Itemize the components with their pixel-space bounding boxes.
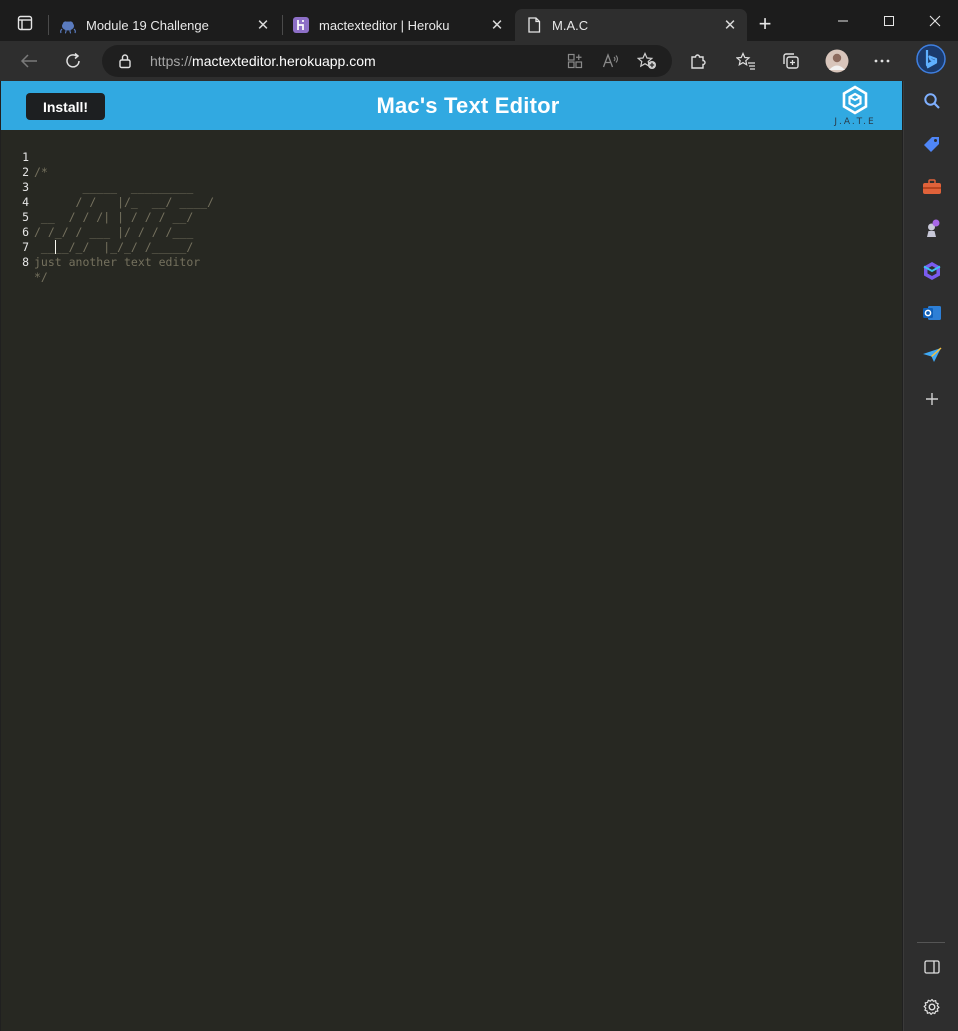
github-octocat-icon bbox=[59, 16, 77, 34]
minimize-button[interactable] bbox=[820, 0, 866, 41]
sidebar-outlook-button[interactable] bbox=[920, 301, 944, 325]
heroku-icon bbox=[292, 16, 310, 34]
more-horizontal-icon bbox=[874, 59, 890, 63]
settings-and-more-button[interactable] bbox=[866, 45, 898, 77]
browser-toolbar: https://mactexteditor.herokuapp.com bbox=[0, 41, 958, 81]
paper-plane-icon bbox=[923, 347, 942, 362]
collections-icon bbox=[783, 53, 799, 69]
editor-line: 2 _____ _________ bbox=[1, 150, 193, 194]
editor-line: 1 /* bbox=[1, 135, 48, 179]
editor-line: 3 / / |/_ __/ ____/ bbox=[1, 165, 214, 209]
sidebar-settings-button[interactable] bbox=[920, 995, 944, 1019]
read-aloud-icon[interactable] bbox=[600, 50, 622, 72]
favorites-button[interactable] bbox=[730, 45, 762, 77]
refresh-icon bbox=[66, 52, 80, 68]
document-icon bbox=[525, 16, 543, 34]
editor-line: 4 __ / / /| | / / / __/ bbox=[1, 180, 193, 224]
close-tab-icon[interactable]: ✕ bbox=[719, 14, 741, 36]
editor-line: 8 */ bbox=[1, 240, 48, 284]
close-window-button[interactable] bbox=[912, 0, 958, 41]
line-text: __ / / /| | / / / __/ bbox=[34, 210, 194, 224]
add-favorite-icon[interactable] bbox=[636, 50, 658, 72]
hide-sidebar-button[interactable] bbox=[920, 955, 944, 979]
search-icon bbox=[924, 93, 940, 109]
line-text: / /_/ / ___ |/ / / /___ bbox=[34, 225, 194, 239]
avatar bbox=[825, 49, 849, 73]
lock-icon[interactable] bbox=[118, 53, 132, 74]
sidebar-shopping-button[interactable] bbox=[920, 133, 944, 157]
favorites-star-list-icon bbox=[736, 52, 755, 70]
jate-logo-icon bbox=[842, 85, 868, 115]
text-cursor bbox=[55, 240, 56, 254]
extensions-button[interactable] bbox=[682, 45, 714, 77]
close-icon bbox=[929, 15, 941, 26]
line-text: just another text editor bbox=[34, 255, 201, 269]
app-header: Install! Mac's Text Editor J.A.T.E bbox=[1, 81, 902, 130]
close-tab-icon[interactable]: ✕ bbox=[252, 14, 274, 36]
url-scheme: https:// bbox=[150, 53, 193, 69]
bing-copilot-button[interactable] bbox=[916, 44, 946, 74]
tab-mac[interactable]: M.A.C ✕ bbox=[515, 9, 747, 41]
editor-line: 6 ____/_/ |_/_/ /_____/ bbox=[1, 210, 193, 254]
url-text[interactable]: https://mactexteditor.herokuapp.com bbox=[150, 53, 376, 69]
tab-strip: Module 19 Challenge ✕ mactexteditor | He… bbox=[0, 0, 958, 41]
puzzle-piece-icon bbox=[691, 54, 706, 69]
plus-icon bbox=[926, 393, 938, 405]
page-title: Mac's Text Editor bbox=[376, 93, 560, 118]
jate-logo: J.A.T.E bbox=[834, 85, 876, 127]
maximize-icon bbox=[884, 15, 894, 26]
tab-module-19-challenge[interactable]: Module 19 Challenge ✕ bbox=[49, 9, 280, 41]
new-tab-button[interactable]: + bbox=[752, 12, 778, 38]
plus-icon: + bbox=[758, 11, 772, 36]
sidebar-office-button[interactable] bbox=[920, 259, 944, 283]
close-tab-icon[interactable]: ✕ bbox=[486, 14, 508, 36]
chess-piece-icon bbox=[927, 219, 940, 237]
tab-title: mactexteditor | Heroku bbox=[319, 17, 450, 33]
sidebar-drop-button[interactable] bbox=[920, 343, 944, 367]
tab-mactexteditor-heroku[interactable]: mactexteditor | Heroku ✕ bbox=[282, 9, 514, 41]
tab-title: Module 19 Challenge bbox=[86, 17, 209, 33]
sidebar-games-button[interactable] bbox=[920, 217, 944, 241]
app-available-icon[interactable] bbox=[564, 50, 586, 72]
code-editor[interactable]: 1 /* 2 _____ _________ 3 / / |/_ __/ ___… bbox=[1, 130, 902, 1031]
sidebar-divider bbox=[917, 942, 945, 943]
refresh-button[interactable] bbox=[57, 45, 89, 77]
line-text: */ bbox=[34, 270, 48, 284]
outlook-icon bbox=[923, 306, 941, 320]
tab-actions-menu-button[interactable] bbox=[9, 9, 41, 37]
toolbox-icon bbox=[923, 179, 941, 194]
collections-button[interactable] bbox=[775, 45, 807, 77]
tab-title: M.A.C bbox=[552, 17, 589, 33]
line-text: ____/_/ |_/_/ /_____/ bbox=[34, 240, 194, 254]
microsoft-365-icon bbox=[923, 262, 941, 280]
sidebar-add-button[interactable] bbox=[920, 387, 944, 411]
page-viewport: Install! Mac's Text Editor J.A.T.E 1 /* … bbox=[1, 81, 902, 1031]
line-text: _____ _________ bbox=[34, 180, 194, 194]
tab-actions-icon bbox=[17, 15, 33, 31]
editor-line: 5 / /_/ / ___ |/ / / /___ bbox=[1, 195, 193, 239]
sidebar-panel-icon bbox=[924, 960, 940, 974]
minimize-icon bbox=[838, 20, 848, 21]
address-bar[interactable]: https://mactexteditor.herokuapp.com bbox=[102, 45, 672, 77]
sidebar-search-button[interactable] bbox=[920, 89, 944, 113]
url-host: mactexteditor.herokuapp.com bbox=[192, 53, 376, 69]
edge-sidebar bbox=[903, 81, 958, 1031]
gear-icon bbox=[923, 998, 940, 1015]
bing-icon bbox=[916, 44, 946, 74]
editor-line: 7 just another text editor bbox=[1, 225, 200, 269]
logo-text: J.A.T.E bbox=[834, 117, 876, 127]
maximize-button[interactable] bbox=[866, 0, 912, 41]
sidebar-tools-button[interactable] bbox=[920, 175, 944, 199]
arrow-left-icon bbox=[20, 54, 37, 68]
profile-button[interactable] bbox=[821, 45, 853, 77]
line-text: / / |/_ __/ ____/ bbox=[34, 195, 215, 209]
shopping-tag-icon bbox=[924, 137, 939, 152]
line-number: 8 bbox=[22, 255, 29, 269]
back-button[interactable] bbox=[13, 45, 45, 77]
